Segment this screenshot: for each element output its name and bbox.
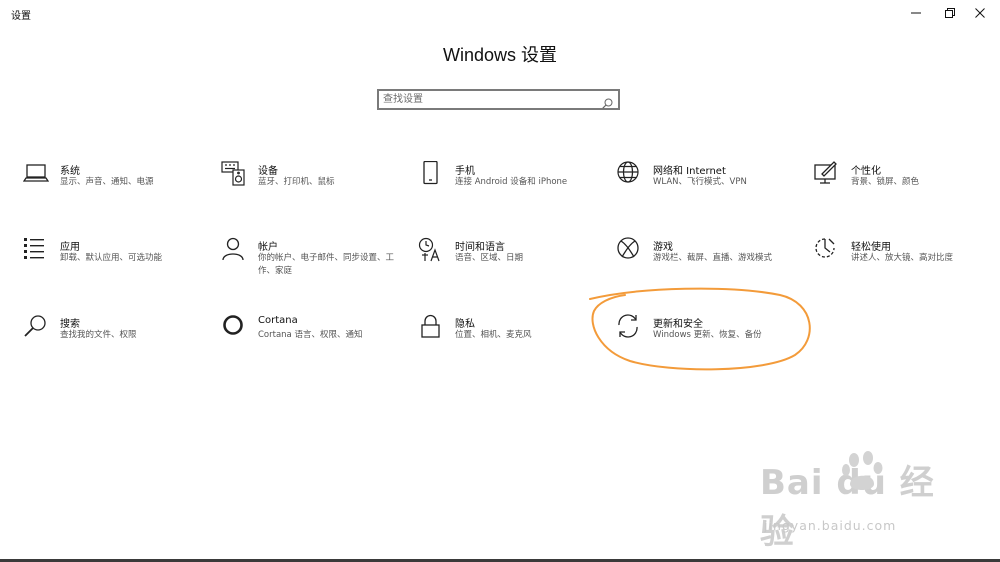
tile-cortana[interactable]: Cortana Cortana 语言、权限、通知	[221, 314, 396, 369]
close-button[interactable]	[958, 0, 1000, 26]
phone-icon	[418, 161, 444, 187]
tile-title: 应用	[60, 242, 80, 253]
tile-title: 网络和 Internet	[653, 166, 726, 177]
page-title: Windows 设置	[442, 45, 558, 65]
tile-description: 背景、锁屏、颜色	[851, 177, 920, 187]
cortana-ring-icon	[221, 314, 247, 340]
tile-personalization[interactable]: 个性化 背景、锁屏、颜色	[814, 161, 989, 216]
title-bar: 设置	[0, 0, 1000, 26]
lock-icon	[418, 314, 444, 340]
tile-title: Cortana	[258, 315, 298, 326]
tile-gaming[interactable]: 游戏 游戏栏、截屏、直播、游戏模式	[616, 237, 791, 292]
tile-description: 查找我的文件、权限	[60, 330, 137, 340]
search-icon[interactable]	[602, 94, 613, 113]
tile-apps[interactable]: 应用 卸载、默认应用、可选功能	[23, 237, 198, 292]
apps-list-icon	[23, 237, 49, 263]
tile-network[interactable]: 网络和 Internet WLAN、飞行模式、VPN	[616, 161, 791, 216]
keyboard-speaker-icon	[221, 161, 247, 187]
search-magnifier-icon	[23, 314, 49, 340]
tile-title: 游戏	[653, 242, 673, 253]
tile-title: 时间和语言	[455, 242, 505, 253]
tile-title: 设备	[258, 166, 278, 177]
highlight-annotation	[589, 287, 811, 371]
tile-description: 卸载、默认应用、可选功能	[60, 253, 163, 263]
paw-icon	[842, 451, 883, 490]
search-box[interactable]	[377, 89, 620, 110]
baidu-watermark: Bai du 经验 jingyan.baidu.com	[760, 451, 955, 552]
tile-phone[interactable]: 手机 连接 Android 设备和 iPhone	[418, 161, 593, 216]
tile-time-language[interactable]: 时间和语言 语音、区域、日期	[418, 237, 593, 292]
xbox-icon	[616, 237, 642, 263]
restore-icon	[945, 8, 955, 18]
tile-description: 讲述人、放大镜、高对比度	[851, 253, 954, 263]
tile-title: 个性化	[851, 166, 881, 177]
tile-description: 位置、相机、麦克风	[455, 330, 532, 340]
app-title: 设置	[11, 11, 31, 22]
tile-title: 搜索	[60, 319, 80, 330]
watermark-url: jingyan.baidu.com	[764, 518, 897, 533]
person-icon	[221, 237, 247, 263]
tile-accounts[interactable]: 帐户 你的帐户、电子邮件、同步设置、工作、家庭	[221, 237, 396, 292]
tile-description: 游戏栏、截屏、直播、游戏模式	[653, 253, 773, 263]
time-language-icon	[418, 237, 444, 263]
ease-of-access-icon	[814, 237, 840, 263]
minimize-icon	[911, 12, 921, 14]
tile-description: 语音、区域、日期	[455, 253, 524, 263]
globe-icon	[616, 161, 642, 187]
tile-description: Cortana 语言、权限、通知	[258, 330, 363, 340]
tile-description: 显示、声音、通知、电源	[60, 177, 154, 187]
tile-title: 隐私	[455, 319, 475, 330]
search-input[interactable]	[383, 91, 595, 108]
tile-privacy[interactable]: 隐私 位置、相机、麦克风	[418, 314, 593, 369]
tile-description: 你的帐户、电子邮件、同步设置、工作、家庭	[258, 253, 395, 276]
tile-search[interactable]: 搜索 查找我的文件、权限	[23, 314, 198, 369]
tile-system[interactable]: 系统 显示、声音、通知、电源	[23, 161, 198, 216]
tile-devices[interactable]: 设备 蓝牙、打印机、鼠标	[221, 161, 396, 216]
close-icon	[975, 8, 985, 18]
personalization-icon	[814, 161, 840, 187]
tile-title: 帐户	[258, 242, 278, 253]
tile-title: 手机	[455, 166, 475, 177]
tile-description: 连接 Android 设备和 iPhone	[455, 177, 568, 187]
tile-title: 轻松使用	[851, 242, 891, 253]
tile-title: 系统	[60, 166, 80, 177]
tile-ease-of-access[interactable]: 轻松使用 讲述人、放大镜、高对比度	[814, 237, 989, 292]
tile-description: WLAN、飞行模式、VPN	[653, 177, 747, 187]
laptop-icon	[23, 161, 49, 187]
tile-description: 蓝牙、打印机、鼠标	[258, 177, 335, 187]
